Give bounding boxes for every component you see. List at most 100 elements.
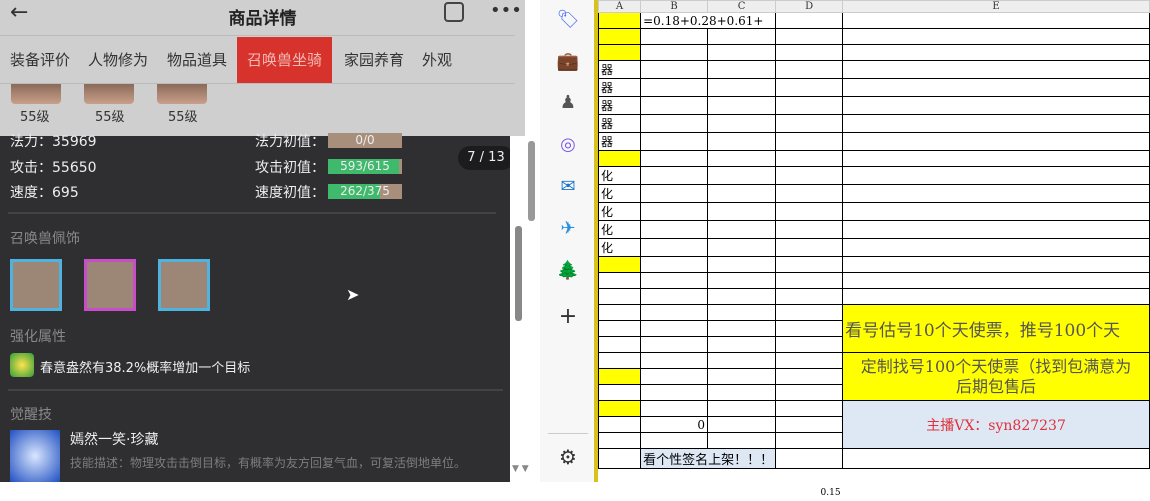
cell[interactable] [775, 304, 844, 321]
tab-items[interactable]: 物品道具 [167, 37, 227, 83]
copilot-icon[interactable]: ◎ [554, 131, 582, 159]
cell[interactable] [842, 132, 1150, 151]
cell[interactable] [842, 238, 1150, 257]
cell[interactable] [843, 469, 1150, 485]
cell[interactable] [775, 416, 844, 433]
col-header-a[interactable]: A [597, 0, 642, 13]
cell[interactable] [775, 96, 844, 115]
cell[interactable] [640, 272, 709, 289]
cell[interactable] [775, 384, 844, 401]
cell[interactable] [640, 368, 709, 385]
ornament-bead-icon[interactable] [10, 259, 62, 311]
cell[interactable] [597, 448, 642, 469]
cell[interactable] [640, 96, 709, 115]
cell[interactable] [597, 320, 642, 337]
cell[interactable] [597, 304, 642, 321]
cell[interactable] [707, 114, 777, 133]
cell[interactable] [775, 320, 844, 337]
cell[interactable] [640, 432, 709, 449]
cell[interactable] [707, 432, 777, 449]
cell[interactable] [842, 60, 1150, 79]
cell[interactable] [640, 352, 709, 369]
cell[interactable] [597, 368, 642, 385]
cell[interactable] [775, 272, 844, 289]
cell[interactable] [640, 400, 709, 417]
character-avatar[interactable] [84, 84, 134, 104]
outlook-icon[interactable]: ✉ [554, 173, 582, 201]
cell[interactable] [640, 336, 709, 353]
cell[interactable] [640, 150, 709, 167]
cell[interactable] [707, 28, 777, 45]
cell[interactable] [842, 256, 1150, 273]
cell[interactable] [640, 166, 709, 185]
more-icon[interactable]: ••• [490, 0, 522, 21]
cell[interactable] [707, 166, 777, 185]
cell[interactable] [640, 288, 709, 305]
add-icon[interactable]: + [554, 303, 582, 331]
cell[interactable] [597, 44, 642, 61]
cell[interactable] [775, 44, 844, 61]
cell[interactable] [599, 485, 641, 501]
cell[interactable] [708, 485, 776, 501]
cell[interactable] [707, 304, 777, 321]
cell[interactable] [707, 202, 777, 221]
cell[interactable] [640, 132, 709, 151]
spreadsheet[interactable]: ABCDE =0.18+0.28+0.61+ 器 器 器 器 器 化 化 化 化… [597, 0, 1150, 498]
cell[interactable] [775, 288, 844, 305]
cell[interactable] [597, 336, 642, 353]
cell[interactable] [775, 78, 844, 97]
cell[interactable] [842, 166, 1150, 185]
cell[interactable] [775, 336, 844, 353]
cell[interactable] [707, 78, 777, 97]
cell[interactable] [842, 28, 1150, 45]
cell[interactable] [842, 220, 1150, 239]
settings-icon[interactable]: ⚙ [554, 443, 582, 471]
cell[interactable] [597, 400, 642, 417]
cell[interactable] [776, 469, 843, 485]
tree-icon[interactable]: 🌲 [554, 257, 582, 285]
cell[interactable] [597, 352, 642, 369]
tab-character[interactable]: 人物修为 [88, 37, 148, 83]
cell[interactable] [775, 432, 844, 449]
character-avatar[interactable] [157, 84, 207, 104]
cell[interactable] [707, 320, 777, 337]
cell[interactable] [707, 336, 777, 353]
cell[interactable] [842, 96, 1150, 115]
cell[interactable] [641, 485, 708, 501]
cell[interactable] [775, 352, 844, 369]
cell[interactable] [775, 114, 844, 133]
cell[interactable] [707, 44, 777, 61]
cell[interactable] [843, 485, 1150, 501]
cell[interactable] [640, 28, 709, 45]
contact-cell[interactable]: 主播VX：syn827237 [842, 400, 1150, 449]
cell[interactable] [842, 448, 1150, 469]
cell[interactable] [775, 132, 844, 151]
cell[interactable] [597, 288, 642, 305]
cell[interactable] [640, 238, 709, 257]
cell[interactable] [842, 114, 1150, 133]
cell[interactable] [775, 166, 844, 185]
cell[interactable] [707, 256, 777, 273]
cell[interactable] [707, 272, 777, 289]
ad-cell-1[interactable]: 看号估号10个天使票，推号100个天 [842, 304, 1150, 353]
ornament-armor-icon[interactable] [158, 259, 210, 311]
cell-a[interactable]: 化 [597, 202, 642, 221]
cell-a[interactable]: 器 [597, 114, 642, 133]
cell[interactable] [640, 44, 709, 61]
cell[interactable] [707, 60, 777, 79]
cell[interactable] [775, 202, 844, 221]
cell-a[interactable]: 器 [597, 60, 642, 79]
cell[interactable] [707, 184, 777, 203]
character-avatar[interactable] [11, 84, 61, 104]
cell[interactable] [597, 384, 642, 401]
cell[interactable] [842, 150, 1150, 167]
cell-a[interactable]: 化 [597, 184, 642, 203]
cell[interactable] [707, 384, 777, 401]
cell[interactable] [707, 132, 777, 151]
scrollbar-track[interactable]: ▼ ▼ [510, 136, 540, 482]
cell[interactable] [707, 220, 777, 239]
cell[interactable] [597, 272, 642, 289]
send-icon[interactable]: ✈ [554, 215, 582, 243]
cell[interactable] [707, 96, 777, 115]
cell[interactable] [707, 352, 777, 369]
